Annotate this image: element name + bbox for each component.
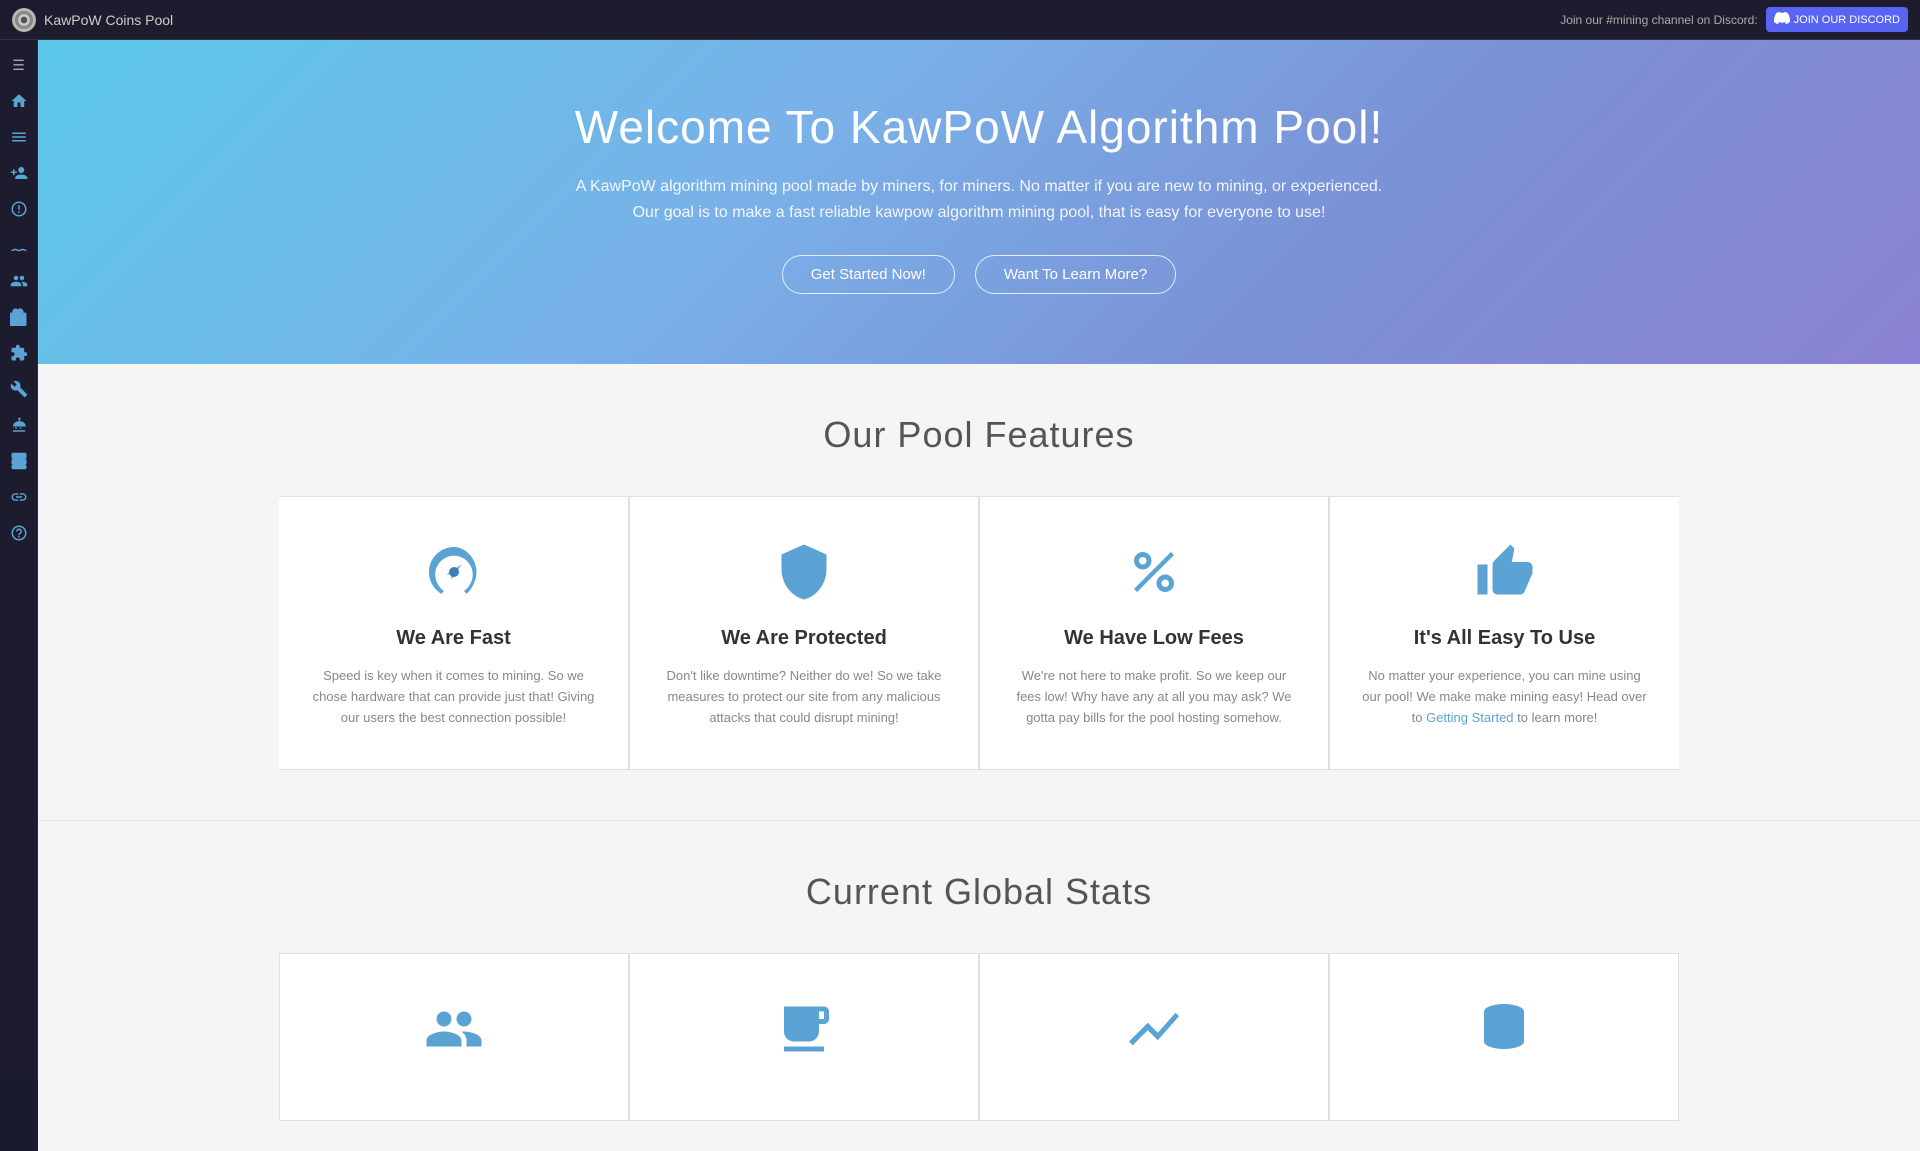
sidebar-tools-icon[interactable]: [4, 374, 34, 404]
topbar-right: Join our #mining channel on Discord: JOI…: [1560, 7, 1908, 32]
feature-fees-title: We Have Low Fees: [1010, 627, 1298, 650]
feature-protected-desc: Don't like downtime? Neither do we! So w…: [660, 666, 948, 728]
speedometer-icon: [309, 537, 598, 607]
feature-fees-desc: We're not here to make profit. So we kee…: [1010, 666, 1298, 728]
servers-icon: [660, 994, 948, 1064]
topbar-left: KawPoW Coins Pool: [12, 8, 173, 32]
feature-easy-title: It's All Easy To Use: [1360, 627, 1649, 650]
stats-grid: [279, 953, 1679, 1121]
feature-card-fees: We Have Low Fees We're not here to make …: [979, 496, 1329, 769]
discord-label: Join our #mining channel on Discord:: [1560, 13, 1757, 27]
features-grid: We Are Fast Speed is key when it comes t…: [279, 496, 1679, 769]
sidebar-dashboard-icon[interactable]: [4, 194, 34, 224]
hero-subtitle-line2: Our goal is to make a fast reliable kawp…: [633, 204, 1326, 221]
hero-section: Welcome To KawPoW Algorithm Pool! A KawP…: [38, 40, 1920, 364]
sidebar-help-icon[interactable]: [4, 518, 34, 548]
hero-buttons: Get Started Now! Want To Learn More?: [58, 255, 1900, 294]
topbar-logo: [12, 8, 36, 32]
discord-icon: [1774, 10, 1790, 29]
get-started-button[interactable]: Get Started Now!: [782, 255, 955, 294]
sidebar-server-icon[interactable]: [4, 446, 34, 476]
stats-title: Current Global Stats: [58, 871, 1900, 913]
learn-more-button[interactable]: Want To Learn More?: [975, 255, 1176, 294]
features-title: Our Pool Features: [58, 414, 1900, 456]
discord-button[interactable]: JOIN OUR DISCORD: [1766, 7, 1908, 32]
feature-card-fast: We Are Fast Speed is key when it comes t…: [279, 496, 629, 769]
sidebar-blocks-icon[interactable]: [4, 302, 34, 332]
sidebar-useradd-icon[interactable]: [4, 158, 34, 188]
sidebar-menu-icon[interactable]: ☰: [4, 50, 34, 80]
sidebar-puzzle-icon[interactable]: [4, 338, 34, 368]
feature-protected-title: We Are Protected: [660, 627, 948, 650]
sidebar-link-icon[interactable]: [4, 482, 34, 512]
miners-icon: [310, 994, 598, 1064]
topbar: KawPoW Coins Pool Join our #mining chann…: [0, 0, 1920, 40]
hashrate-icon: [1010, 994, 1298, 1064]
feature-fast-desc: Speed is key when it comes to mining. So…: [309, 666, 598, 728]
feature-fast-title: We Are Fast: [309, 627, 598, 650]
thumbsup-icon: [1360, 537, 1649, 607]
hero-subtitle: A KawPoW algorithm mining pool made by m…: [58, 174, 1900, 225]
sidebar-list-icon[interactable]: [4, 122, 34, 152]
hero-subtitle-line1: A KawPoW algorithm mining pool made by m…: [576, 178, 1383, 195]
sidebar-users-icon[interactable]: [4, 266, 34, 296]
app-title: KawPoW Coins Pool: [44, 12, 173, 28]
shield-icon: [660, 537, 948, 607]
stats-section: Current Global Stats: [38, 820, 1920, 1151]
features-section: Our Pool Features We Are Fast Speed is k…: [38, 364, 1920, 819]
feature-card-protected: We Are Protected Don't like downtime? Ne…: [629, 496, 979, 769]
hero-title: Welcome To KawPoW Algorithm Pool!: [58, 100, 1900, 154]
sidebar-home-icon[interactable]: [4, 86, 34, 116]
stat-card-hashrate: [979, 953, 1329, 1121]
sidebar: ☰: [0, 40, 38, 1080]
sidebar-waves-icon[interactable]: [4, 230, 34, 260]
stat-card-blocks: [1329, 953, 1679, 1121]
stat-card-miners: [279, 953, 629, 1121]
stat-card-servers: [629, 953, 979, 1121]
getting-started-link[interactable]: Getting Started: [1426, 710, 1513, 725]
feature-easy-desc: No matter your experience, you can mine …: [1360, 666, 1649, 728]
percent-icon: [1010, 537, 1298, 607]
discord-btn-label: JOIN OUR DISCORD: [1794, 14, 1900, 26]
sidebar-robot-icon[interactable]: [4, 410, 34, 440]
main-content: Welcome To KawPoW Algorithm Pool! A KawP…: [38, 40, 1920, 1151]
feature-card-easy: It's All Easy To Use No matter your expe…: [1329, 496, 1679, 769]
database-icon: [1360, 994, 1648, 1064]
